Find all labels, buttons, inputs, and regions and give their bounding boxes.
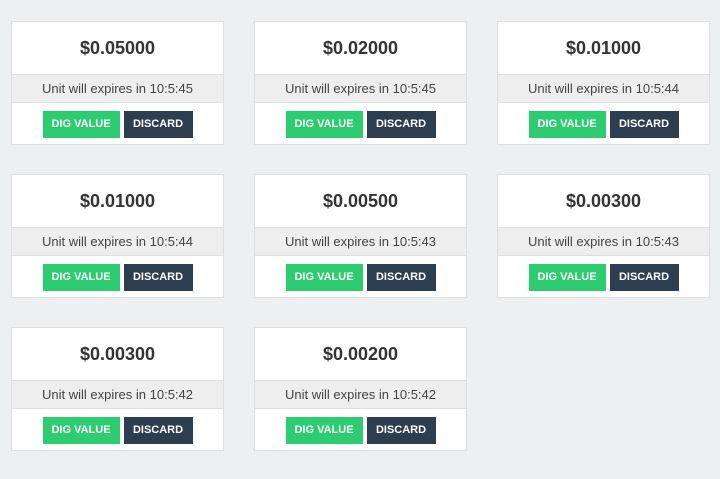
unit-price: $0.01000	[498, 22, 709, 75]
unit-expiry-text: Unit will expires in 10:5:43	[255, 228, 466, 256]
unit-price: $0.01000	[12, 175, 223, 228]
dig-value-button[interactable]: DIG VALUE	[42, 264, 120, 291]
dig-value-button[interactable]: DIG VALUE	[285, 264, 363, 291]
unit-price: $0.00300	[498, 175, 709, 228]
unit-price: $0.02000	[255, 22, 466, 75]
unit-price: $0.00200	[255, 328, 466, 381]
discard-button[interactable]: DISCARD	[366, 417, 436, 444]
dig-value-button[interactable]: DIG VALUE	[42, 111, 120, 138]
unit-expiry-text: Unit will expires in 10:5:45	[12, 75, 223, 103]
unit-card-actions: DIG VALUE DISCARD	[12, 409, 223, 452]
unit-card: $0.00300 Unit will expires in 10:5:42 DI…	[11, 327, 224, 451]
unit-card: $0.05000 Unit will expires in 10:5:45 DI…	[11, 21, 224, 145]
discard-button[interactable]: DISCARD	[366, 111, 436, 138]
unit-card-actions: DIG VALUE DISCARD	[255, 103, 466, 146]
discard-button[interactable]: DISCARD	[366, 264, 436, 291]
unit-expiry-text: Unit will expires in 10:5:44	[498, 75, 709, 103]
discard-button[interactable]: DISCARD	[609, 264, 679, 291]
unit-expiry-text: Unit will expires in 10:5:42	[255, 381, 466, 409]
unit-card: $0.01000 Unit will expires in 10:5:44 DI…	[497, 21, 710, 145]
unit-card: $0.00500 Unit will expires in 10:5:43 DI…	[254, 174, 467, 298]
dig-value-button[interactable]: DIG VALUE	[285, 111, 363, 138]
unit-expiry-text: Unit will expires in 10:5:42	[12, 381, 223, 409]
unit-card-grid: $0.05000 Unit will expires in 10:5:45 DI…	[0, 0, 720, 479]
unit-card-actions: DIG VALUE DISCARD	[12, 256, 223, 299]
unit-card-actions: DIG VALUE DISCARD	[498, 256, 709, 299]
dig-value-button[interactable]: DIG VALUE	[528, 111, 606, 138]
unit-expiry-text: Unit will expires in 10:5:44	[12, 228, 223, 256]
dig-value-button[interactable]: DIG VALUE	[42, 417, 120, 444]
unit-expiry-text: Unit will expires in 10:5:45	[255, 75, 466, 103]
discard-button[interactable]: DISCARD	[123, 417, 193, 444]
unit-card: $0.00300 Unit will expires in 10:5:43 DI…	[497, 174, 710, 298]
unit-card-actions: DIG VALUE DISCARD	[498, 103, 709, 146]
unit-card-actions: DIG VALUE DISCARD	[255, 409, 466, 452]
discard-button[interactable]: DISCARD	[123, 111, 193, 138]
dig-value-button[interactable]: DIG VALUE	[285, 417, 363, 444]
unit-card-actions: DIG VALUE DISCARD	[12, 103, 223, 146]
unit-price: $0.05000	[12, 22, 223, 75]
unit-card-actions: DIG VALUE DISCARD	[255, 256, 466, 299]
discard-button[interactable]: DISCARD	[609, 111, 679, 138]
unit-card: $0.01000 Unit will expires in 10:5:44 DI…	[11, 174, 224, 298]
unit-card: $0.00200 Unit will expires in 10:5:42 DI…	[254, 327, 467, 451]
unit-price: $0.00500	[255, 175, 466, 228]
unit-price: $0.00300	[12, 328, 223, 381]
dig-value-button[interactable]: DIG VALUE	[528, 264, 606, 291]
unit-card: $0.02000 Unit will expires in 10:5:45 DI…	[254, 21, 467, 145]
unit-expiry-text: Unit will expires in 10:5:43	[498, 228, 709, 256]
discard-button[interactable]: DISCARD	[123, 264, 193, 291]
